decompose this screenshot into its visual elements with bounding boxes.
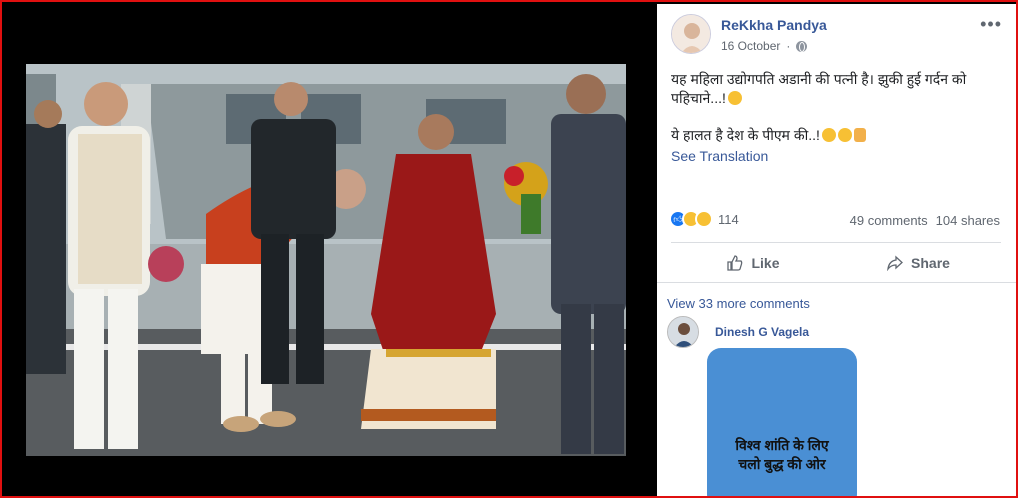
post-panel: ReKkha Pandya 16 October · ••• यह महिला … xyxy=(657,4,1016,496)
author-name[interactable]: ReKkha Pandya xyxy=(721,17,827,33)
post-text-line1: यह महिला उद्योगपति अडानी की पत्नी है। झु… xyxy=(671,71,967,106)
author-avatar[interactable] xyxy=(671,14,711,54)
commenter-name[interactable]: Dinesh G Vagela xyxy=(715,325,809,339)
post-date[interactable]: 16 October xyxy=(721,39,780,53)
screenshot-frame: ReKkha Pandya 16 October · ••• यह महिला … xyxy=(0,0,1018,498)
thinking-emoji-icon xyxy=(821,128,836,142)
like-button[interactable]: Like xyxy=(671,246,836,280)
globe-icon xyxy=(796,40,808,52)
share-button[interactable]: Share xyxy=(836,246,1001,280)
divider xyxy=(671,242,1001,243)
post-text-line2: ये हालत है देश के पीएम की..! xyxy=(671,127,820,143)
pointing-down-emoji-icon xyxy=(853,128,866,142)
commenter-avatar-image xyxy=(668,317,698,347)
post-photo[interactable] xyxy=(26,64,626,456)
post-text: यह महिला उद्योगपति अडानी की पत्नी है। झु… xyxy=(671,70,1001,145)
comment-image[interactable]: विश्व शांति के लिए चलो बुद्ध की ओर xyxy=(707,348,857,496)
divider xyxy=(657,282,1016,283)
commenter-avatar[interactable] xyxy=(667,316,699,348)
thumbs-up-icon xyxy=(727,255,743,271)
comments-count[interactable]: 49 comments xyxy=(850,213,928,228)
photo-viewer xyxy=(4,4,656,496)
post-meta: 16 October · xyxy=(721,39,808,53)
sad-reaction-icon xyxy=(695,210,713,228)
comment-image-line2: चलो बुद्ध की ओर xyxy=(738,456,826,472)
comment-image-line1: विश्व शांति के लिए xyxy=(735,437,829,453)
reaction-count: 114 xyxy=(718,211,739,227)
post-photo-illustration xyxy=(26,64,626,456)
like-label: Like xyxy=(751,255,780,271)
more-options-icon[interactable]: ••• xyxy=(980,14,1002,35)
see-translation-link[interactable]: See Translation xyxy=(671,148,768,164)
wink-emoji-icon xyxy=(837,128,852,142)
thinking-emoji-icon xyxy=(727,91,742,105)
share-arrow-icon xyxy=(887,255,903,271)
view-more-comments-link[interactable]: View 33 more comments xyxy=(667,296,810,311)
share-label: Share xyxy=(911,255,950,271)
reactions-summary[interactable]: 👍︎ 114 xyxy=(669,210,739,228)
author-avatar-image xyxy=(672,15,710,53)
shares-count[interactable]: 104 shares xyxy=(936,213,1000,228)
action-bar: Like Share xyxy=(671,246,1001,280)
comment-image-text: विश्व शांति के लिए चलो बुद्ध की ओर xyxy=(707,436,857,474)
engagement-counts: 49 comments 104 shares xyxy=(850,213,1000,228)
